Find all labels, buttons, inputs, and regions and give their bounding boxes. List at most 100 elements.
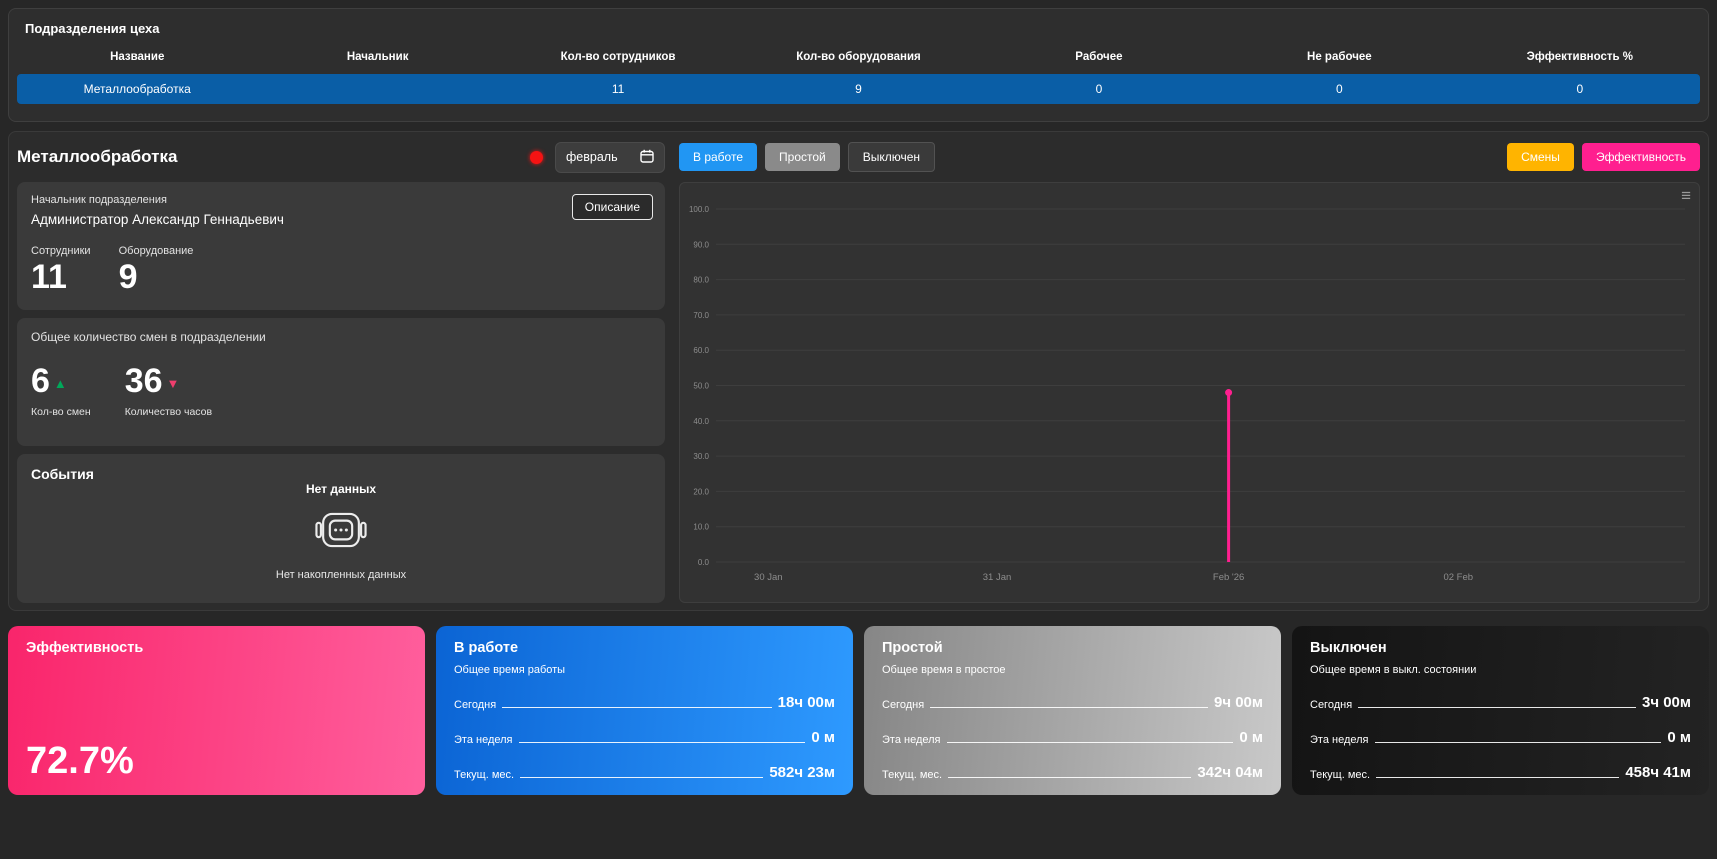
manager-card: Начальник подразделения Администратор Ал… — [17, 182, 665, 310]
division-row-metalworking[interactable]: Металлообработка 11 9 0 0 0 — [17, 74, 1700, 104]
stat-row-today: Сегодня 3ч 00м — [1310, 694, 1691, 711]
efficiency-chart: 100.090.080.070.060.050.040.030.020.010.… — [679, 182, 1700, 603]
stat-label: Эта неделя — [1310, 734, 1369, 746]
dashboard-page: Подразделения цеха Название Начальник Ко… — [0, 0, 1717, 859]
card-title: Эффективность — [26, 640, 407, 656]
stat-row-week: Эта неделя 0 м — [454, 729, 835, 746]
svg-text:60.0: 60.0 — [693, 346, 709, 355]
card-title: Простой — [882, 640, 1263, 656]
division-title: Металлообработка — [17, 147, 518, 167]
svg-text:70.0: 70.0 — [693, 311, 709, 320]
chart-toolbar: В работе Простой Выключен Смены Эффектив… — [679, 140, 1700, 174]
live-indicator-dot — [530, 151, 543, 164]
series-button-in-work[interactable]: В работе — [679, 143, 757, 171]
mode-button-shifts[interactable]: Смены — [1507, 143, 1574, 171]
in-work-summary-card: В работе Общее время работы Сегодня 18ч … — [436, 626, 853, 795]
svg-text:40.0: 40.0 — [693, 417, 709, 426]
stat-row-today: Сегодня 18ч 00м — [454, 694, 835, 711]
leader-line — [1375, 742, 1662, 743]
stat-value: 582ч 23м — [769, 764, 835, 781]
card-subtitle: Общее время в простое — [882, 664, 1263, 676]
stat-value: 18ч 00м — [778, 694, 835, 711]
leader-line — [930, 707, 1208, 708]
cell-equipment: 9 — [738, 82, 978, 96]
svg-text:10.0: 10.0 — [693, 523, 709, 532]
equipment-value: 9 — [119, 259, 194, 296]
chart-plot: 100.090.080.070.060.050.040.030.020.010.… — [680, 183, 1699, 602]
manager-name: Администратор Александр Геннадьевич — [31, 212, 651, 227]
divisions-title: Подразделения цеха — [17, 21, 1700, 36]
mode-button-efficiency[interactable]: Эффективность — [1582, 143, 1700, 171]
robot-icon — [312, 505, 370, 560]
svg-text:20.0: 20.0 — [693, 487, 709, 496]
stat-label: Сегодня — [454, 699, 496, 711]
leader-line — [519, 742, 806, 743]
stat-row-month: Текущ. мес. 458ч 41м — [1310, 764, 1691, 781]
events-empty-state: Нет данных Нет накопленных данных — [276, 482, 406, 591]
summary-cards-row: Эффективность 72.7% В работе Общее время… — [8, 626, 1709, 783]
svg-text:100.0: 100.0 — [689, 205, 710, 214]
svg-text:90.0: 90.0 — [693, 240, 709, 249]
shifts-card-title: Общее количество смен в подразделении — [31, 330, 651, 344]
series-button-off[interactable]: Выключен — [848, 142, 935, 172]
shift-stats: 6▲ Кол-во смен 36▼ Количество часов — [31, 364, 651, 418]
shifts-card: Общее количество смен в подразделении 6▲… — [17, 318, 665, 446]
stat-value: 0 м — [1667, 729, 1691, 746]
stat-label: Эта неделя — [454, 734, 513, 746]
stat-label: Сегодня — [1310, 699, 1352, 711]
efficiency-summary-card: Эффективность 72.7% — [8, 626, 425, 795]
stat-label: Эта неделя — [882, 734, 941, 746]
card-title: Выключен — [1310, 640, 1691, 656]
stat-value: 0 м — [1239, 729, 1263, 746]
shift-hours-label: Количество часов — [125, 406, 212, 418]
employees-stat: Сотрудники 11 — [31, 245, 91, 296]
stat-row-today: Сегодня 9ч 00м — [882, 694, 1263, 711]
svg-text:Feb '26: Feb '26 — [1213, 572, 1244, 583]
events-title: События — [31, 466, 651, 482]
column-header-efficiency: Эффективность % — [1460, 51, 1700, 63]
stat-value: 3ч 00м — [1642, 694, 1691, 711]
leader-line — [502, 707, 771, 708]
column-header-not-working: Не рабочее — [1219, 51, 1459, 63]
stat-row-week: Эта неделя 0 м — [882, 729, 1263, 746]
card-subtitle: Общее время в выкл. состоянии — [1310, 664, 1691, 676]
employees-label: Сотрудники — [31, 245, 91, 257]
division-header: Металлообработка февраль — [17, 140, 665, 174]
stat-label: Текущ. мес. — [454, 769, 514, 781]
svg-text:0.0: 0.0 — [698, 558, 710, 567]
shift-count-value: 6 — [31, 362, 50, 400]
month-select[interactable]: февраль — [555, 142, 665, 173]
cell-name: Металлообработка — [17, 82, 257, 96]
chart-column: В работе Простой Выключен Смены Эффектив… — [679, 140, 1700, 603]
no-data-subtitle: Нет накопленных данных — [276, 569, 406, 581]
shift-hours-stat: 36▼ Количество часов — [125, 364, 212, 418]
calendar-icon — [640, 149, 654, 166]
column-header-manager: Начальник — [257, 51, 497, 63]
off-summary-card: Выключен Общее время в выкл. состоянии С… — [1292, 626, 1709, 795]
stat-row-week: Эта неделя 0 м — [1310, 729, 1691, 746]
svg-text:30.0: 30.0 — [693, 452, 709, 461]
column-header-employees: Кол-во сотрудников — [498, 51, 738, 63]
cell-employees: 11 — [498, 82, 738, 96]
division-info-column: Металлообработка февраль Начальн — [17, 140, 665, 603]
svg-text:80.0: 80.0 — [693, 276, 709, 285]
cell-efficiency: 0 — [1460, 82, 1700, 96]
divisions-table-header: Название Начальник Кол-во сотрудников Ко… — [17, 51, 1700, 63]
equipment-label: Оборудование — [119, 245, 194, 257]
efficiency-percent: 72.7% — [26, 740, 134, 783]
stat-value: 458ч 41м — [1625, 764, 1691, 781]
card-subtitle: Общее время работы — [454, 664, 835, 676]
column-header-working: Рабочее — [979, 51, 1219, 63]
employees-value: 11 — [31, 259, 91, 296]
stat-value: 0 м — [811, 729, 835, 746]
svg-text:02 Feb: 02 Feb — [1443, 572, 1473, 583]
svg-text:31 Jan: 31 Jan — [983, 572, 1012, 583]
chart-menu-icon[interactable]: ≡ — [1681, 187, 1691, 204]
leader-line — [947, 742, 1234, 743]
no-data-title: Нет данных — [306, 482, 376, 496]
leader-line — [1358, 707, 1636, 708]
description-button[interactable]: Описание — [572, 194, 653, 220]
shift-hours-value: 36 — [125, 362, 163, 400]
series-button-idle[interactable]: Простой — [765, 143, 840, 171]
stat-label: Текущ. мес. — [882, 769, 942, 781]
